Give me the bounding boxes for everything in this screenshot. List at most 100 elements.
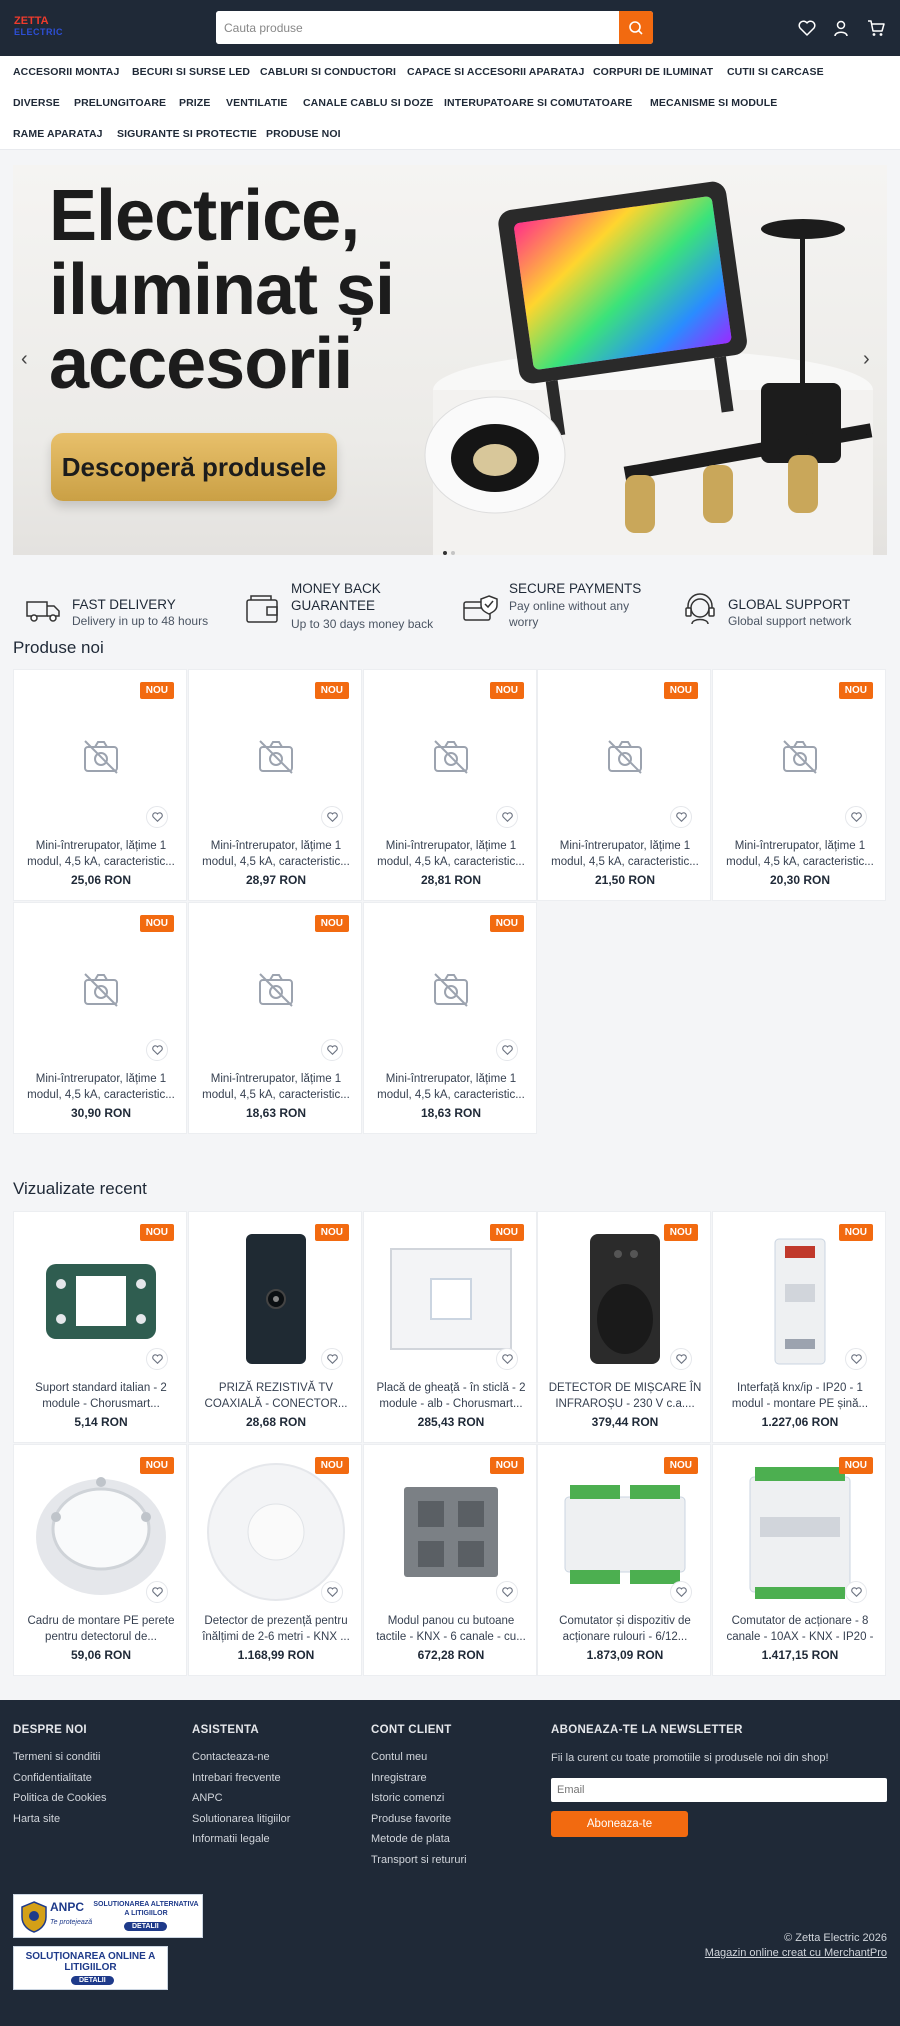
footer-link-cont[interactable]: Contul meu bbox=[371, 1751, 427, 1763]
footer-link-termeni[interactable]: Termeni si conditii bbox=[13, 1751, 100, 1763]
product-name[interactable]: Mini-întrerupator, lățime 1 modul, 4,5 k… bbox=[199, 838, 353, 870]
footer-link-transport[interactable]: Transport si retururi bbox=[371, 1854, 467, 1866]
category-sigurante[interactable]: SIGURANTE SI PROTECTIE bbox=[117, 128, 257, 140]
product-name[interactable]: Mini-întrerupator, lățime 1 modul, 4,5 k… bbox=[374, 1071, 528, 1103]
add-to-wishlist-button[interactable] bbox=[496, 1348, 518, 1370]
add-to-wishlist-button[interactable] bbox=[496, 1039, 518, 1061]
add-to-wishlist-button[interactable] bbox=[146, 1348, 168, 1370]
product-name[interactable]: Comutator și dispozitiv de acționare rul… bbox=[548, 1613, 702, 1645]
add-to-wishlist-button[interactable] bbox=[146, 1581, 168, 1603]
category-prize[interactable]: PRIZE bbox=[179, 97, 210, 109]
product-card[interactable]: NOU Detector de prezență pentru înălțimi … bbox=[188, 1444, 362, 1676]
product-name[interactable]: Comutator de acționare - 8 canale - 10AX… bbox=[723, 1613, 877, 1645]
footer-link-anpc[interactable]: ANPC bbox=[192, 1792, 223, 1804]
footer-link-favorite[interactable]: Produse favorite bbox=[371, 1813, 451, 1825]
category-produse-noi[interactable]: PRODUSE NOI bbox=[266, 128, 341, 140]
add-to-wishlist-button[interactable] bbox=[845, 1348, 867, 1370]
product-card[interactable]: NOU PRIZĂ REZISTIVĂ TV COAXIALĂ - CONECTO… bbox=[188, 1211, 362, 1443]
product-name[interactable]: DETECTOR DE MIȘCARE ÎN INFRAROȘU - 230 V… bbox=[548, 1380, 702, 1412]
newsletter-email-input[interactable] bbox=[551, 1778, 887, 1802]
product-card[interactable]: NOU Mini-întrerupator, lățime 1 modul, 4,… bbox=[188, 902, 362, 1134]
category-rame[interactable]: RAME APARATAJ bbox=[13, 128, 103, 140]
add-to-wishlist-button[interactable] bbox=[670, 1581, 692, 1603]
product-card[interactable]: NOU DETECTOR DE MIȘCARE ÎN INFRAROȘU - 23… bbox=[537, 1211, 711, 1443]
category-corpuri-iluminat[interactable]: CORPURI DE ILUMINAT bbox=[593, 66, 713, 78]
product-card[interactable]: NOU Mini-întrerupator, lățime 1 modul, 4,… bbox=[13, 669, 187, 901]
footer-link-istoric[interactable]: Istoric comenzi bbox=[371, 1792, 444, 1804]
wishlist-button[interactable] bbox=[797, 18, 817, 38]
product-name[interactable]: Placă de gheață - în sticlă - 2 module -… bbox=[374, 1380, 528, 1412]
category-capace[interactable]: CAPACE SI ACCESORII APARATAJ bbox=[407, 66, 584, 78]
footer-link-confidentialitate[interactable]: Confidentialitate bbox=[13, 1772, 92, 1784]
product-name[interactable]: Mini-întrerupator, lățime 1 modul, 4,5 k… bbox=[548, 838, 702, 870]
search-input[interactable] bbox=[216, 11, 619, 44]
category-cabluri[interactable]: CABLURI SI CONDUCTORI bbox=[260, 66, 396, 78]
add-to-wishlist-button[interactable] bbox=[670, 1348, 692, 1370]
product-name[interactable]: Cadru de montare PE perete pentru detect… bbox=[24, 1613, 178, 1645]
add-to-wishlist-button[interactable] bbox=[845, 1581, 867, 1603]
product-name[interactable]: PRIZĂ REZISTIVĂ TV COAXIALĂ - CONECTOR..… bbox=[199, 1380, 353, 1412]
add-to-wishlist-button[interactable] bbox=[146, 1039, 168, 1061]
add-to-wishlist-button[interactable] bbox=[670, 806, 692, 828]
product-name[interactable]: Mini-întrerupator, lățime 1 modul, 4,5 k… bbox=[374, 838, 528, 870]
product-name[interactable]: Mini-întrerupator, lățime 1 modul, 4,5 k… bbox=[24, 838, 178, 870]
product-card[interactable]: NOU Mini-întrerupator, lățime 1 modul, 4,… bbox=[537, 669, 711, 901]
category-prelungitoare[interactable]: PRELUNGITOARE bbox=[74, 97, 166, 109]
product-card[interactable]: NOU Mini-întrerupator, lățime 1 modul, 4,… bbox=[188, 669, 362, 901]
search-button[interactable] bbox=[619, 11, 653, 44]
category-canale-cablu[interactable]: CANALE CABLU SI DOZE bbox=[303, 97, 433, 109]
category-mecanisme[interactable]: MECANISME SI MODULE bbox=[650, 97, 777, 109]
product-name[interactable]: Mini-întrerupator, lățime 1 modul, 4,5 k… bbox=[723, 838, 877, 870]
category-ventilatie[interactable]: VENTILATIE bbox=[226, 97, 287, 109]
product-card[interactable]: NOU Suport standard italian - 2 module - … bbox=[13, 1211, 187, 1443]
product-name[interactable]: Mini-întrerupator, lățime 1 modul, 4,5 k… bbox=[199, 1071, 353, 1103]
product-card[interactable]: NOU Placă de gheață - în sticlă - 2 modul… bbox=[363, 1211, 537, 1443]
product-card[interactable]: NOU Mini-întrerupator, lățime 1 modul, 4,… bbox=[363, 669, 537, 901]
add-to-wishlist-button[interactable] bbox=[321, 1581, 343, 1603]
footer-link-inregistrare[interactable]: Inregistrare bbox=[371, 1772, 427, 1784]
add-to-wishlist-button[interactable] bbox=[321, 1039, 343, 1061]
anpc-sal-badge[interactable]: ANPC SOLUTIONAREA ALTERNATIVA A LITIGIIL… bbox=[13, 1894, 203, 1938]
product-card[interactable]: NOU Mini-întrerupator, lățime 1 modul, 4,… bbox=[712, 669, 886, 901]
footer-link-cookies[interactable]: Politica de Cookies bbox=[13, 1792, 107, 1804]
site-logo[interactable]: ZETTA ELECTRIC bbox=[14, 16, 63, 40]
product-card[interactable]: NOU Mini-întrerupator, lățime 1 modul, 4,… bbox=[13, 902, 187, 1134]
hero-dot[interactable] bbox=[443, 551, 447, 555]
product-name[interactable]: Mini-întrerupator, lățime 1 modul, 4,5 k… bbox=[24, 1071, 178, 1103]
footer-link-legale[interactable]: Informatii legale bbox=[192, 1833, 270, 1845]
product-name[interactable]: Detector de prezență pentru înălțimi de … bbox=[199, 1613, 353, 1645]
category-cutii[interactable]: CUTII SI CARCASE bbox=[727, 66, 824, 78]
product-card[interactable]: NOU Comutator de acționare - 8 canale - 1… bbox=[712, 1444, 886, 1676]
footer-link-harta[interactable]: Harta site bbox=[13, 1813, 60, 1825]
add-to-wishlist-button[interactable] bbox=[496, 1581, 518, 1603]
footer-link-faq[interactable]: Intrebari frecvente bbox=[192, 1772, 281, 1784]
category-diverse[interactable]: DIVERSE bbox=[13, 97, 60, 109]
product-card[interactable]: NOU Comutator și dispozitiv de acționare … bbox=[537, 1444, 711, 1676]
add-to-wishlist-button[interactable] bbox=[321, 806, 343, 828]
category-becuri[interactable]: BECURI SI SURSE LED bbox=[132, 66, 250, 78]
hero-dot[interactable] bbox=[451, 551, 455, 555]
hero-prev-arrow[interactable]: ‹ bbox=[21, 349, 37, 369]
add-to-wishlist-button[interactable] bbox=[496, 806, 518, 828]
footer-link-contact[interactable]: Contacteaza-ne bbox=[192, 1751, 270, 1763]
product-card[interactable]: NOU Mini-întrerupator, lățime 1 modul, 4,… bbox=[363, 902, 537, 1134]
product-card[interactable]: NOU Interfață knx/ip - IP20 - 1 modul - m… bbox=[712, 1211, 886, 1443]
category-accesorii-montaj[interactable]: ACCESORII MONTAJ bbox=[13, 66, 119, 78]
add-to-wishlist-button[interactable] bbox=[845, 806, 867, 828]
product-name[interactable]: Modul panou cu butoane tactile - KNX - 6… bbox=[374, 1613, 528, 1645]
product-name[interactable]: Suport standard italian - 2 module - Cho… bbox=[24, 1380, 178, 1412]
product-card[interactable]: NOU Cadru de montare PE perete pentru det… bbox=[13, 1444, 187, 1676]
product-name[interactable]: Interfață knx/ip - IP20 - 1 modul - mont… bbox=[723, 1380, 877, 1412]
merchantpro-credit-link[interactable]: Magazin online creat cu MerchantPro bbox=[705, 1947, 887, 1959]
add-to-wishlist-button[interactable] bbox=[146, 806, 168, 828]
category-intrerupatoare[interactable]: INTERUPATOARE SI COMUTATOARE bbox=[444, 97, 632, 109]
newsletter-subscribe-button[interactable]: Aboneaza-te bbox=[551, 1811, 688, 1837]
hero-next-arrow[interactable]: › bbox=[863, 349, 879, 369]
account-button[interactable] bbox=[831, 18, 851, 38]
add-to-wishlist-button[interactable] bbox=[321, 1348, 343, 1370]
anpc-sol-badge[interactable]: SOLUȚIONAREA ONLINE A LITIGIILOR DETALII bbox=[13, 1946, 168, 1990]
footer-link-plata[interactable]: Metode de plata bbox=[371, 1833, 450, 1845]
footer-link-litigii[interactable]: Solutionarea litigiilor bbox=[192, 1813, 290, 1825]
product-card[interactable]: NOU Modul panou cu butoane tactile - KNX … bbox=[363, 1444, 537, 1676]
cart-button[interactable] bbox=[866, 18, 886, 38]
